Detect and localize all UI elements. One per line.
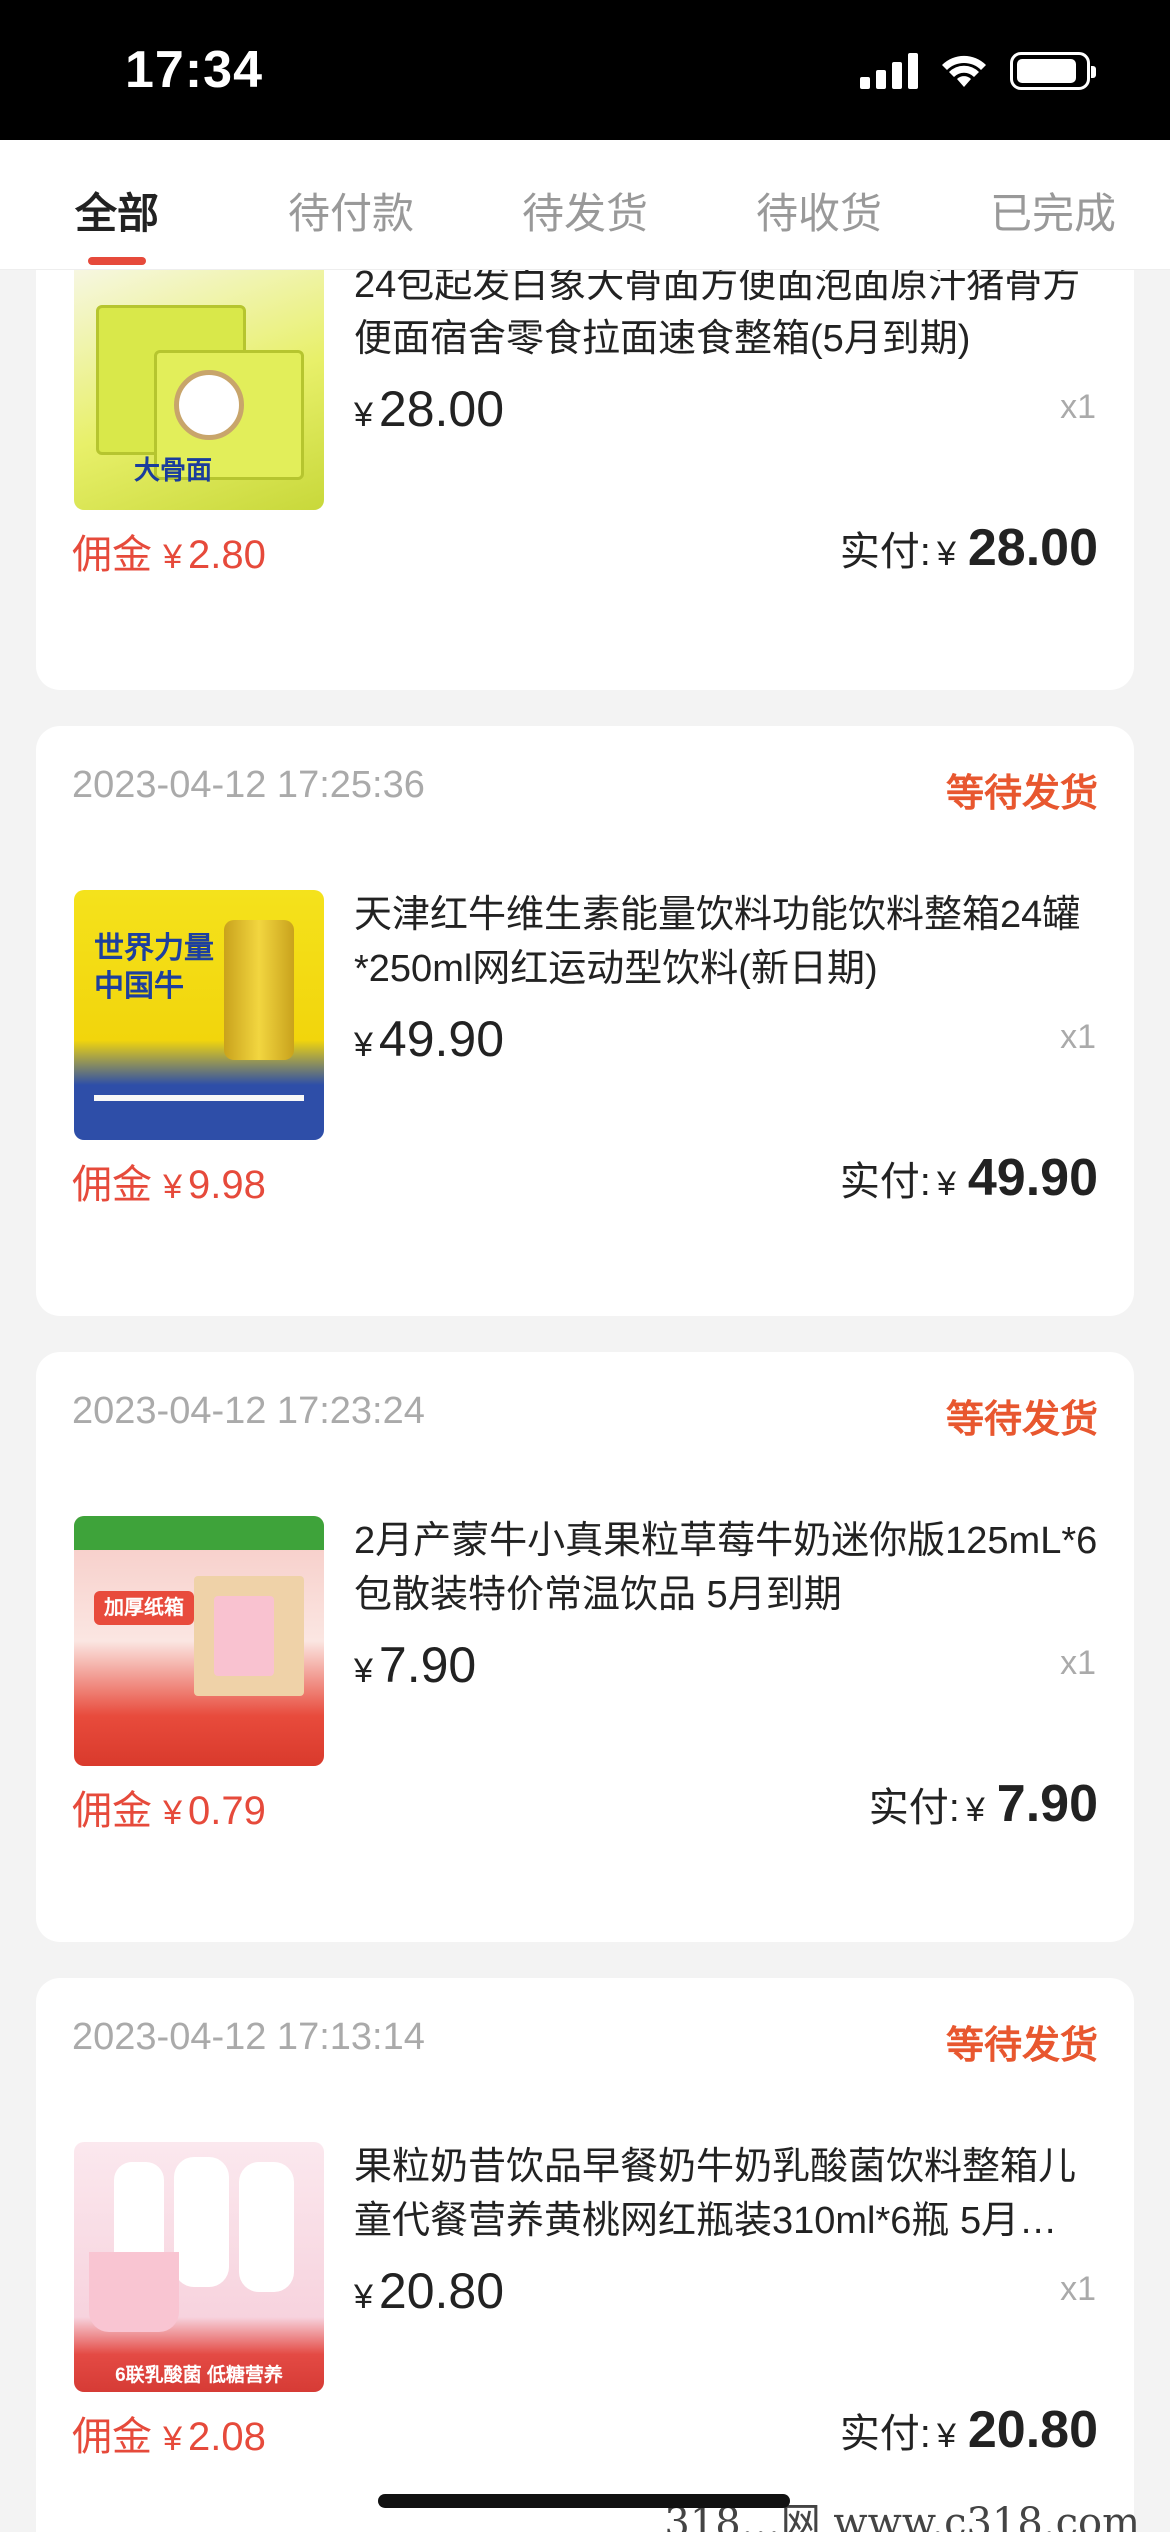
price-value: 7.90 — [378, 1637, 477, 1693]
commission-label: 佣金 — [72, 1163, 152, 1207]
paid-value: 20.80 — [967, 2401, 1098, 2459]
product-title[interactable]: 24包起发白象大骨面方便面泡面原汁猪骨方便面宿舍零食拉面速食整箱(5月到期) — [354, 270, 1099, 366]
order-status: 等待发货 — [945, 2025, 1098, 2067]
paid-value: 28.00 — [967, 519, 1098, 577]
tab-completed[interactable]: 已完成 — [990, 180, 1116, 241]
product-image[interactable]: 6联乳酸菌 低糖营养 — [74, 2142, 324, 2392]
product-price: ¥7.90 — [354, 1636, 476, 1694]
paid-label: 实付: — [839, 1160, 931, 1204]
price-value: 49.90 — [378, 1011, 505, 1067]
product-image[interactable]: 加厚纸箱 — [74, 1516, 324, 1766]
commission: 佣金 ¥2.80 — [72, 522, 266, 580]
price-value: 20.80 — [378, 2263, 505, 2319]
quantity: x1 — [1060, 1018, 1096, 1056]
product-image-label: 大骨面 — [134, 455, 213, 485]
price-value: 28.00 — [378, 381, 505, 437]
product-title[interactable]: 2月产蒙牛小真果粒草莓牛奶迷你版125mL*6包散装特价常温饮品 5月到期 — [354, 1514, 1099, 1622]
order-card[interactable]: 2023-04-12 17:13:14 等待发货 6联乳酸菌 低糖营养 果粒奶昔… — [36, 1978, 1134, 2532]
paid-label: 实付: — [868, 1786, 960, 1830]
product-price: ¥49.90 — [354, 1010, 504, 1068]
order-list[interactable]: 大骨面 24包起发白象大骨面方便面泡面原汁猪骨方便面宿舍零食拉面速食整箱(5月到… — [0, 270, 1170, 2532]
paid-amount: 实付: ¥20.80 — [840, 2400, 1098, 2460]
order-card[interactable]: 大骨面 24包起发白象大骨面方便面泡面原汁猪骨方便面宿舍零食拉面速食整箱(5月到… — [36, 270, 1134, 690]
product-image-label: 加厚纸箱 — [94, 1591, 194, 1625]
order-card[interactable]: 2023-04-12 17:25:36 等待发货 世界力量 中国牛 天津红牛维生… — [36, 726, 1134, 1316]
status-bar: 17:34 — [0, 0, 1170, 140]
wifi-icon — [942, 55, 986, 87]
commission: 佣金 ¥0.79 — [72, 1778, 266, 1836]
currency-symbol: ¥ — [354, 2278, 373, 2316]
product-price: ¥28.00 — [354, 380, 504, 438]
product-title[interactable]: 天津红牛维生素能量饮料功能饮料整箱24罐*250ml网红运动型饮料(新日期) — [354, 888, 1099, 996]
quantity: x1 — [1060, 2270, 1096, 2308]
tab-pending-shipment[interactable]: 待发货 — [522, 180, 648, 241]
currency-symbol: ¥ — [354, 396, 373, 434]
battery-level — [1017, 59, 1077, 83]
currency-symbol: ¥ — [354, 1026, 373, 1064]
currency-symbol: ¥ — [936, 1165, 956, 1203]
quantity: x1 — [1060, 1644, 1096, 1682]
commission-value: 2.08 — [188, 2415, 266, 2459]
product-image[interactable]: 世界力量 中国牛 — [74, 890, 324, 1140]
order-time: 2023-04-12 17:13:14 — [72, 2016, 425, 2058]
currency-symbol: ¥ — [163, 538, 183, 576]
currency-symbol: ¥ — [163, 1794, 183, 1832]
cellular-signal-icon — [860, 53, 918, 89]
quantity: x1 — [1060, 388, 1096, 426]
home-indicator[interactable] — [378, 2494, 790, 2508]
order-card[interactable]: 2023-04-12 17:23:24 等待发货 加厚纸箱 2月产蒙牛小真果粒草… — [36, 1352, 1134, 1942]
order-status: 等待发货 — [945, 1399, 1098, 1441]
tab-pending-receipt[interactable]: 待收货 — [756, 180, 882, 241]
currency-symbol: ¥ — [936, 535, 956, 573]
currency-symbol: ¥ — [354, 1652, 373, 1690]
paid-amount: 实付: ¥49.90 — [840, 1148, 1098, 1208]
paid-value: 7.90 — [996, 1775, 1098, 1833]
status-time: 17:34 — [125, 41, 263, 99]
currency-symbol: ¥ — [163, 1168, 183, 1206]
product-image-label: 6联乳酸菌 低糖营养 — [115, 2365, 283, 2386]
paid-value: 49.90 — [967, 1149, 1098, 1207]
battery-icon — [1010, 52, 1096, 90]
tab-all[interactable]: 全部 — [75, 180, 159, 241]
commission-value: 9.98 — [188, 1163, 266, 1207]
order-time: 2023-04-12 17:23:24 — [72, 1390, 425, 1432]
commission-value: 2.80 — [188, 533, 266, 577]
paid-amount: 实付: ¥7.90 — [869, 1774, 1098, 1834]
paid-label: 实付: — [839, 530, 931, 574]
commission-label: 佣金 — [72, 533, 152, 577]
commission-label: 佣金 — [72, 1789, 152, 1833]
product-title[interactable]: 果粒奶昔饮品早餐奶牛奶乳酸菌饮料整箱儿童代餐营养黄桃网红瓶装310ml*6瓶 5… — [354, 2140, 1099, 2248]
status-icons — [860, 52, 1096, 90]
commission: 佣金 ¥2.08 — [72, 2404, 266, 2462]
paid-amount: 实付: ¥28.00 — [840, 518, 1098, 578]
order-time: 2023-04-12 17:25:36 — [72, 764, 425, 806]
commission-label: 佣金 — [72, 2415, 152, 2459]
commission: 佣金 ¥9.98 — [72, 1152, 266, 1210]
product-price: ¥20.80 — [354, 2262, 504, 2320]
product-image[interactable]: 大骨面 — [74, 270, 324, 510]
tab-pending-payment[interactable]: 待付款 — [288, 180, 414, 241]
currency-symbol: ¥ — [936, 2417, 956, 2455]
currency-symbol: ¥ — [163, 2420, 183, 2458]
paid-label: 实付: — [839, 2412, 931, 2456]
order-status: 等待发货 — [945, 773, 1098, 815]
currency-symbol: ¥ — [965, 1791, 985, 1829]
order-tabs: 全部 待付款 待发货 待收货 已完成 — [0, 140, 1170, 270]
commission-value: 0.79 — [188, 1789, 266, 1833]
product-image-label: 世界力量 中国牛 — [94, 932, 214, 1003]
active-tab-indicator — [88, 257, 146, 265]
